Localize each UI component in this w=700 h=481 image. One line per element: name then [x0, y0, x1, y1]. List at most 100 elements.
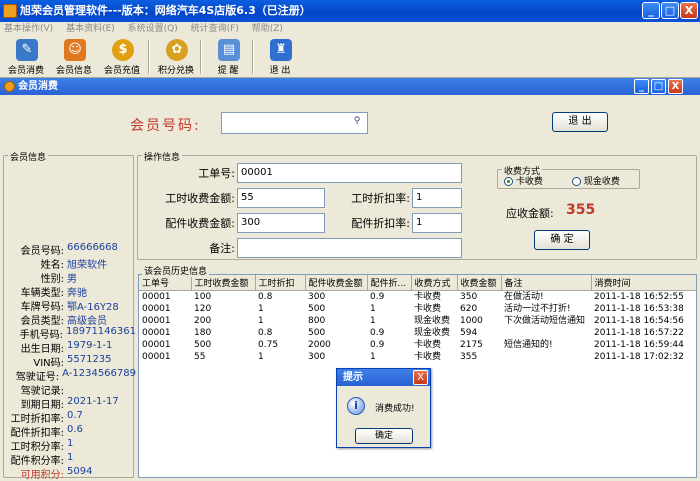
info-label: 姓名:: [40, 260, 64, 271]
success-dialog: 提示 X i 消费成功! 确定: [336, 368, 431, 448]
radio-cash-payment[interactable]: 现金收费: [572, 174, 620, 187]
member-info-row: 性别: 男: [0, 270, 136, 285]
table-cell: 800: [308, 315, 326, 326]
table-cell: 1000: [460, 315, 483, 326]
close-button[interactable]: X: [680, 2, 698, 19]
subwindow-minimize-button[interactable]: _: [634, 79, 649, 94]
info-value: 0.6: [67, 424, 83, 435]
table-row[interactable]: 00001 200 1 800 1 现金收费 1000 下次做活动短信通知 2011-1-18 …: [139, 315, 696, 327]
subwindow-maximize-button[interactable]: □: [651, 79, 666, 94]
toolbar-member-consume-button[interactable]: ✎ 会员消费: [2, 36, 50, 78]
table-cell: 0.9: [370, 291, 385, 302]
info-value: [64, 382, 67, 396]
exit-button[interactable]: 退 出: [552, 112, 608, 132]
info-value: 1: [67, 452, 74, 463]
table-cell: 355: [460, 351, 478, 362]
table-cell: 1: [258, 303, 264, 314]
column-header[interactable]: 消费时间: [591, 275, 696, 291]
member-info-row: VIN码: 5571235: [0, 354, 136, 369]
table-cell: 120: [194, 303, 212, 314]
member-info-row: 出生日期: 1979-1-1: [0, 340, 136, 355]
column-header[interactable]: 工时收费金额: [191, 275, 256, 291]
toolbar-exit-button[interactable]: ♜ 退 出: [256, 36, 304, 78]
toolbar-label: 会员充值: [103, 66, 140, 76]
table-cell: 0.8: [258, 327, 273, 338]
toolbar-separator: [148, 40, 150, 74]
search-icon[interactable]: ⚲: [350, 116, 364, 130]
dialog-close-button[interactable]: X: [413, 370, 428, 385]
confirm-button[interactable]: 确 定: [534, 230, 590, 250]
column-header[interactable]: 配件折...: [367, 275, 412, 291]
table-cell: 100: [194, 291, 212, 302]
member-info-icon: ☺: [64, 39, 86, 61]
parts-rate-input[interactable]: 1: [412, 213, 462, 233]
exit-icon: ♜: [270, 39, 292, 61]
operation-info-title: 操作信息: [142, 150, 183, 163]
table-cell: 卡收费: [414, 303, 442, 314]
work-order-label: 工单号:: [198, 167, 235, 180]
toolbar-label: 会员信息: [55, 66, 92, 76]
info-value: 鄂A-16Y28: [67, 302, 119, 313]
dialog-title: 提示: [343, 372, 363, 383]
toolbar-separator: [252, 40, 254, 74]
toolbar-member-info-button[interactable]: ☺ 会员信息: [50, 36, 98, 78]
table-cell: 500: [308, 303, 326, 314]
table-cell: 00001: [142, 291, 171, 302]
dialog-ok-button[interactable]: 确定: [355, 428, 413, 444]
table-cell: 2011-1-18 16:54:56: [594, 315, 684, 326]
table-row[interactable]: 00001 100 0.8 300 0.9 卡收费 350 在做活动! 2011-1-18 16…: [139, 290, 696, 303]
history-header-row: 工单号 工时收费金额 工时折扣 配件收费金额 配件折... 收费方式 收费金额 …: [139, 275, 696, 291]
info-label: 到期日期:: [20, 400, 64, 411]
column-header[interactable]: 工单号: [139, 275, 192, 291]
info-label: 驾驶证号:: [15, 372, 60, 383]
menu-basic-data[interactable]: 基本资料(E): [66, 24, 115, 34]
table-cell: 350: [460, 291, 478, 302]
labor-fee-value: 55: [241, 192, 254, 203]
table-cell: [501, 327, 591, 339]
info-label: 会员类型:: [20, 316, 64, 327]
column-header[interactable]: 收费方式: [411, 275, 458, 291]
info-value: 男: [67, 274, 77, 285]
table-cell: 在做活动!: [504, 291, 544, 302]
table-cell: 2011-1-18 16:59:44: [594, 339, 684, 350]
column-header[interactable]: 工时折扣: [255, 275, 306, 291]
labor-rate-input[interactable]: 1: [412, 188, 462, 208]
table-row[interactable]: 00001 180 0.8 500 0.9 现金收费 594 2011-1-18 16:57:…: [139, 327, 696, 339]
radio-card-payment[interactable]: 卡收费: [504, 174, 543, 187]
table-cell: 620: [460, 303, 478, 314]
info-label: 工时积分率:: [10, 442, 64, 453]
table-cell: 短信通知的!: [504, 339, 553, 350]
member-number-input[interactable]: [221, 112, 368, 134]
toolbar-points-exchange-button[interactable]: ✿ 积分兑换: [152, 36, 200, 78]
column-header[interactable]: 配件收费金额: [305, 275, 368, 291]
member-info-row: 工时折扣率: 0.7: [0, 410, 136, 425]
table-cell: 卡收费: [414, 339, 442, 350]
menu-bar: 基本操作(V) 基本资料(E) 系统设置(Q) 统计查询(F) 帮助(Z): [0, 22, 700, 36]
menu-basic-ops[interactable]: 基本操作(V): [4, 24, 53, 34]
column-header[interactable]: 收费金额: [457, 275, 502, 291]
parts-fee-input[interactable]: 300: [237, 213, 325, 233]
parts-fee-value: 300: [241, 217, 261, 228]
toolbar-label: 退 出: [269, 66, 291, 76]
menu-statistics[interactable]: 统计查询(F): [191, 24, 239, 34]
menu-help[interactable]: 帮助(Z): [252, 24, 283, 34]
remark-input[interactable]: [237, 238, 462, 258]
table-cell: 1: [370, 351, 376, 362]
minimize-button[interactable]: _: [642, 2, 660, 19]
member-info-row: 配件积分率: 1: [0, 452, 136, 467]
maximize-button[interactable]: □: [661, 2, 679, 19]
work-order-input[interactable]: 00001: [237, 163, 462, 183]
labor-fee-input[interactable]: 55: [237, 188, 325, 208]
table-row[interactable]: 00001 500 0.75 2000 0.9 卡收费 2175 短信通知的! 2011-1-1…: [139, 339, 696, 351]
table-row[interactable]: 00001 55 1 300 1 卡收费 355 2011-1-18 17:02:32: [139, 351, 696, 363]
subwindow-close-button[interactable]: X: [668, 79, 683, 94]
member-info-row: 会员类型: 高级会员: [0, 312, 136, 327]
toolbar-reminder-button[interactable]: ▤ 提 醒: [204, 36, 252, 78]
table-cell: 0.75: [258, 339, 279, 350]
column-header[interactable]: 备注: [501, 275, 592, 291]
app-icon: [3, 4, 17, 18]
table-row[interactable]: 00001 120 1 500 1 卡收费 620 活动一过不打折! 2011-1-18 16:…: [139, 303, 696, 315]
member-info-row: 配件折扣率: 0.6: [0, 424, 136, 439]
menu-system-settings[interactable]: 系统设置(Q): [128, 24, 178, 34]
toolbar-recharge-button[interactable]: $ 会员充值: [98, 36, 146, 78]
